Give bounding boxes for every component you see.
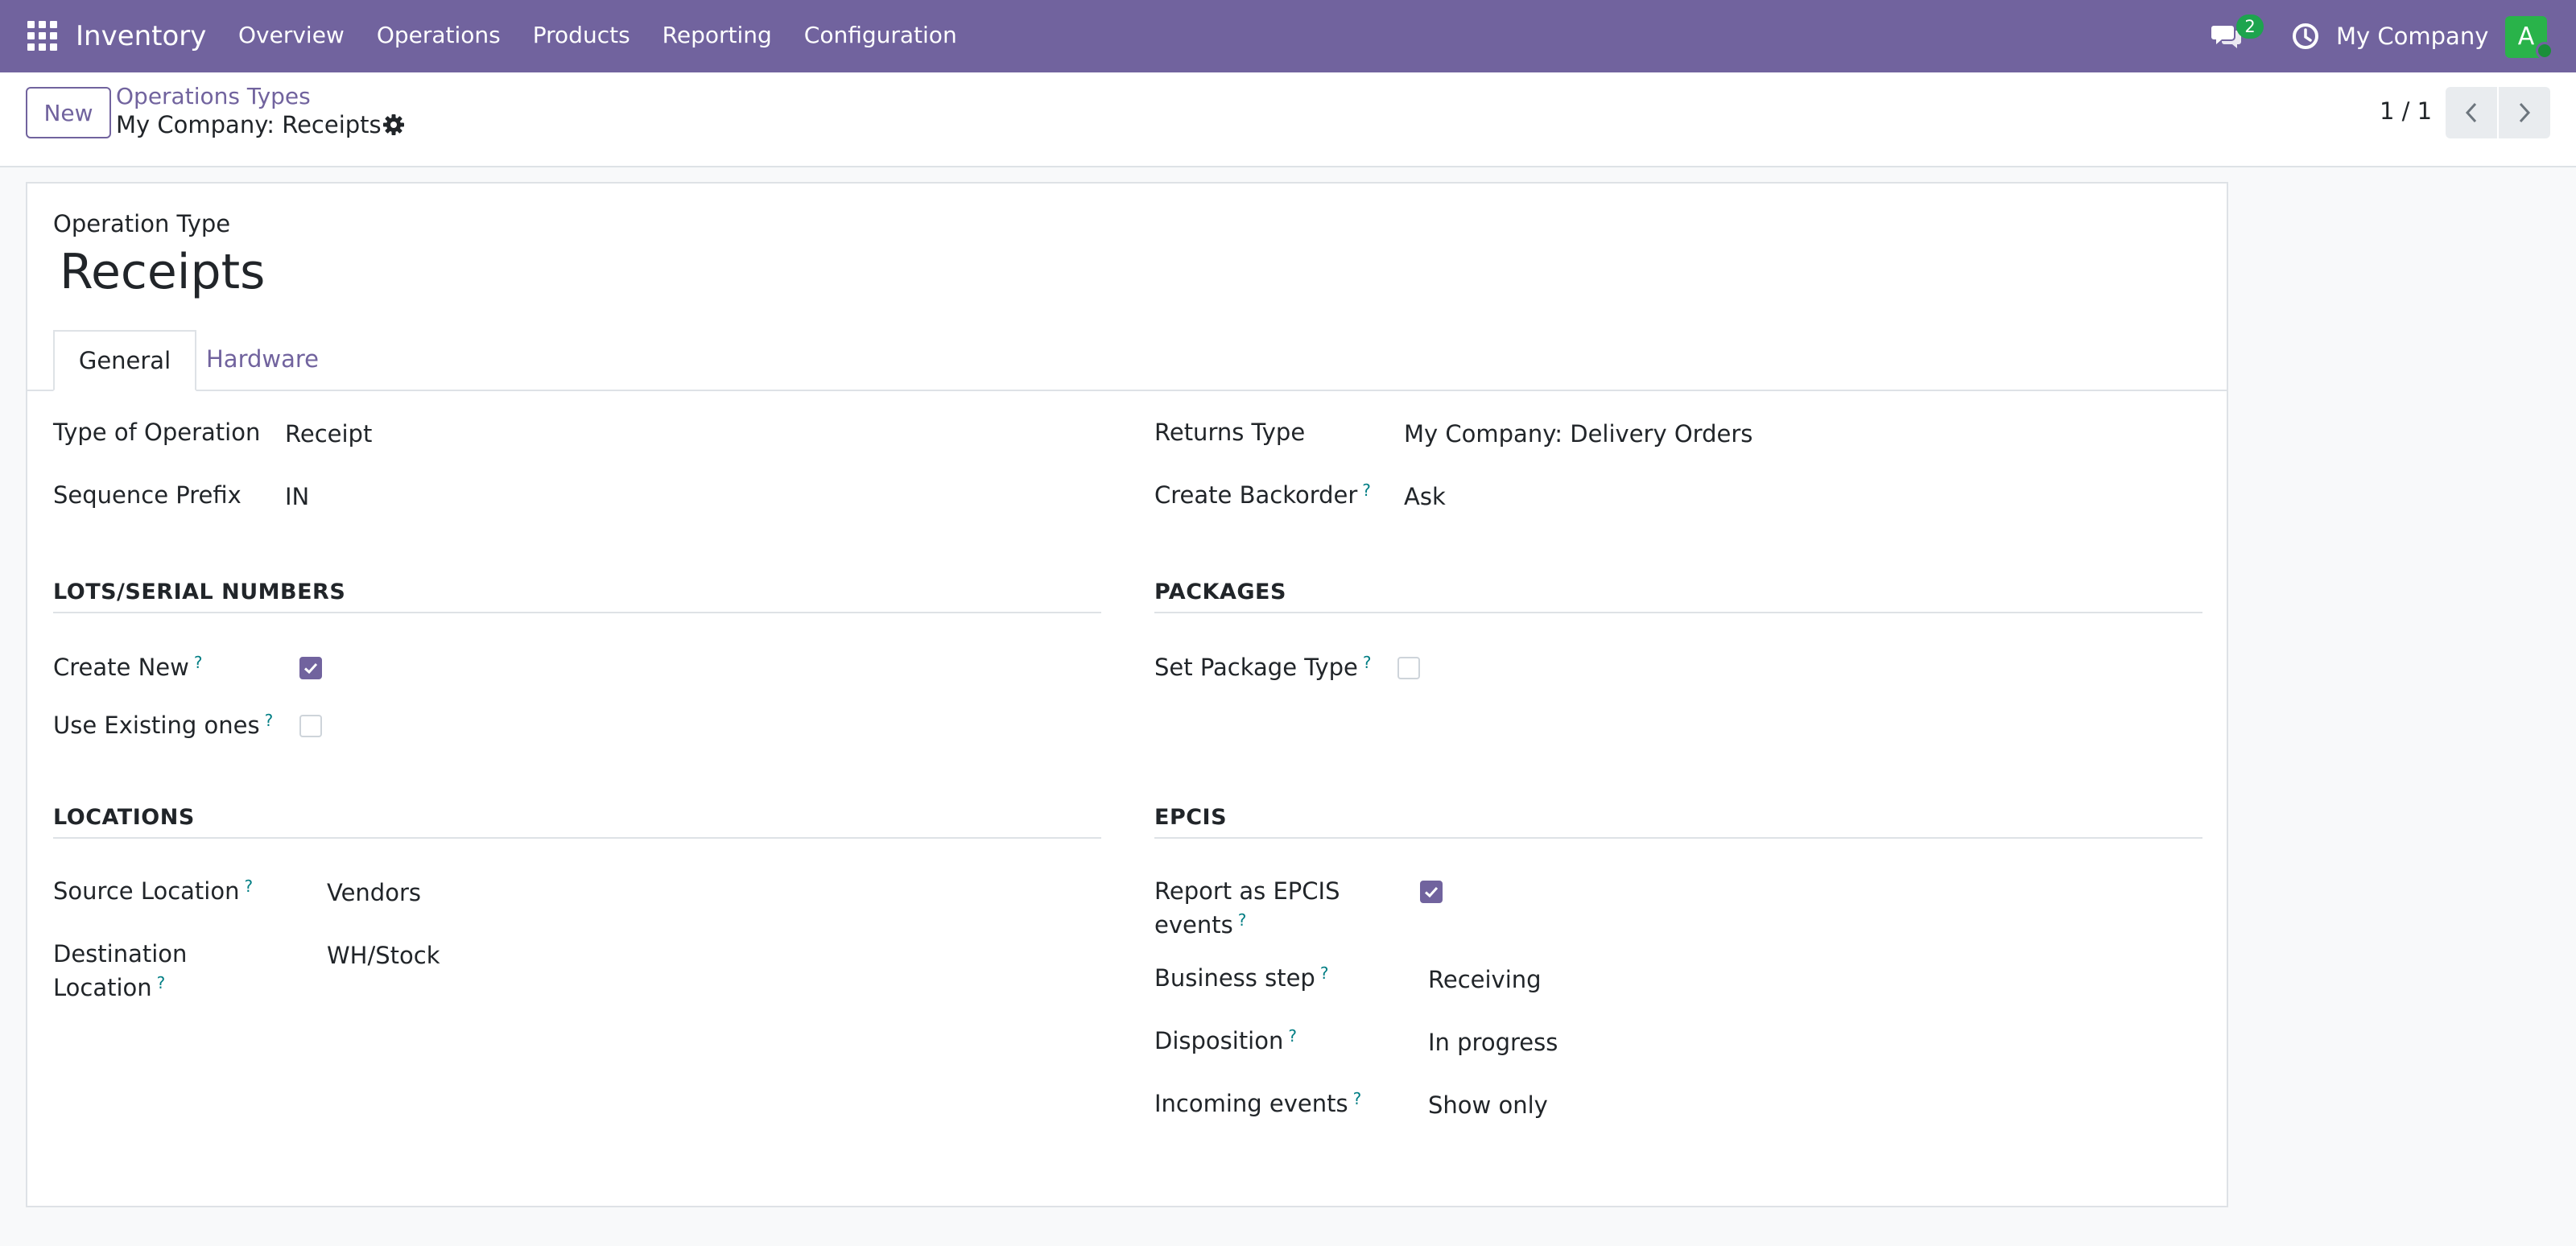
pager-value[interactable]: 1 / 1 — [2380, 95, 2432, 127]
tabs-divider — [27, 390, 2227, 391]
report-epcis-checkbox[interactable] — [1420, 881, 1443, 903]
destination-label-line2: Location — [53, 974, 152, 1001]
business-step-label: Business step? — [1154, 961, 1328, 995]
record-title[interactable]: Receipts — [60, 241, 265, 303]
create-new-label-text: Create New — [53, 654, 189, 681]
incoming-events-field[interactable]: Show only — [1428, 1088, 1548, 1122]
source-location-label: Source Location? — [53, 874, 253, 908]
lots-section-title: LOTS/SERIAL NUMBERS — [53, 580, 346, 604]
use-existing-label: Use Existing ones? — [53, 708, 273, 742]
report-epcis-label-line2: events — [1154, 911, 1233, 939]
help-tooltip-icon[interactable]: ? — [1362, 481, 1371, 500]
disposition-label: Disposition? — [1154, 1024, 1297, 1058]
set-package-type-label: Set Package Type? — [1154, 650, 1372, 684]
business-step-label-text: Business step — [1154, 964, 1315, 992]
create-backorder-label: Create Backorder? — [1154, 478, 1371, 512]
checkmark-icon — [1424, 886, 1439, 898]
help-tooltip-icon[interactable]: ? — [1353, 1089, 1362, 1108]
destination-location-field[interactable]: WH/Stock — [327, 939, 440, 972]
app-brand[interactable]: Inventory — [76, 18, 206, 55]
pager-next-button[interactable] — [2499, 87, 2550, 138]
create-new-checkbox[interactable] — [299, 657, 322, 679]
operation-type-caption: Operation Type — [53, 210, 231, 237]
help-tooltip-icon[interactable]: ? — [194, 653, 203, 672]
create-backorder-field[interactable]: Ask — [1404, 480, 1446, 514]
help-tooltip-icon[interactable]: ? — [1238, 910, 1247, 930]
lots-section-divider — [53, 612, 1101, 613]
source-location-field[interactable]: Vendors — [327, 876, 421, 910]
messages-count-badge: 2 — [2236, 14, 2264, 39]
breadcrumb-current-record: My Company: Receipts — [116, 111, 382, 138]
locations-section-divider — [53, 837, 1101, 839]
epcis-section-divider — [1154, 837, 2202, 839]
tab-hardware[interactable]: Hardware — [206, 330, 319, 391]
menu-overview[interactable]: Overview — [222, 0, 361, 72]
destination-label-line1: Destination — [53, 940, 188, 968]
checkmark-icon — [303, 662, 318, 675]
packages-section-title: PACKAGES — [1154, 580, 1286, 604]
source-location-label-text: Source Location — [53, 877, 240, 905]
chevron-right-icon — [2519, 102, 2531, 123]
type-of-operation-label: Type of Operation — [53, 419, 261, 446]
clock-icon[interactable] — [2291, 22, 2320, 51]
menu-products[interactable]: Products — [517, 0, 646, 72]
menu-reporting[interactable]: Reporting — [646, 0, 788, 72]
help-tooltip-icon[interactable]: ? — [1288, 1026, 1297, 1046]
top-navbar: Inventory Overview Operations Products R… — [0, 0, 2576, 72]
returns-type-field[interactable]: My Company: Delivery Orders — [1404, 417, 1752, 451]
type-of-operation-field[interactable]: Receipt — [285, 417, 372, 451]
set-package-type-checkbox[interactable] — [1397, 657, 1420, 679]
control-panel: New Operations Types My Company: Receipt… — [0, 72, 2576, 167]
disposition-field[interactable]: In progress — [1428, 1025, 1558, 1059]
set-package-type-label-text: Set Package Type — [1154, 654, 1358, 681]
incoming-events-label: Incoming events? — [1154, 1087, 1361, 1120]
apps-grid-icon[interactable] — [27, 21, 58, 52]
destination-location-label: Destination Location? — [53, 937, 187, 1005]
form-sheet: Operation Type Receipts General Hardware… — [26, 182, 2228, 1207]
menu-configuration[interactable]: Configuration — [788, 0, 973, 72]
sequence-prefix-field[interactable]: IN — [285, 480, 309, 514]
help-tooltip-icon[interactable]: ? — [1320, 963, 1329, 983]
help-tooltip-icon[interactable]: ? — [244, 877, 253, 896]
chevron-left-icon — [2465, 102, 2477, 123]
create-new-label: Create New? — [53, 650, 202, 684]
pager-previous-button[interactable] — [2446, 87, 2497, 138]
use-existing-checkbox[interactable] — [299, 715, 322, 737]
company-switcher[interactable]: My Company — [2336, 18, 2488, 55]
use-existing-label-text: Use Existing ones — [53, 712, 260, 739]
disposition-label-text: Disposition — [1154, 1027, 1284, 1054]
tab-general[interactable]: General — [53, 330, 196, 391]
help-tooltip-icon[interactable]: ? — [1363, 653, 1372, 672]
help-tooltip-icon[interactable]: ? — [265, 711, 274, 730]
epcis-section-title: EPCIS — [1154, 805, 1228, 830]
gear-icon[interactable] — [382, 113, 406, 137]
business-step-field[interactable]: Receiving — [1428, 963, 1542, 996]
packages-section-divider — [1154, 612, 2202, 613]
report-epcis-label-line1: Report as EPCIS — [1154, 877, 1340, 905]
online-status-dot — [2536, 42, 2553, 60]
breadcrumb-operations-types[interactable]: Operations Types — [116, 82, 311, 111]
menu-operations[interactable]: Operations — [361, 0, 517, 72]
incoming-events-label-text: Incoming events — [1154, 1090, 1348, 1117]
report-epcis-label: Report as EPCIS events? — [1154, 874, 1340, 942]
returns-type-label: Returns Type — [1154, 419, 1306, 446]
locations-section-title: LOCATIONS — [53, 805, 195, 830]
help-tooltip-icon[interactable]: ? — [157, 973, 166, 992]
sequence-prefix-label: Sequence Prefix — [53, 481, 242, 509]
create-backorder-label-text: Create Backorder — [1154, 481, 1358, 509]
main-menu: Overview Operations Products Reporting C… — [222, 0, 973, 72]
new-button[interactable]: New — [26, 87, 111, 138]
